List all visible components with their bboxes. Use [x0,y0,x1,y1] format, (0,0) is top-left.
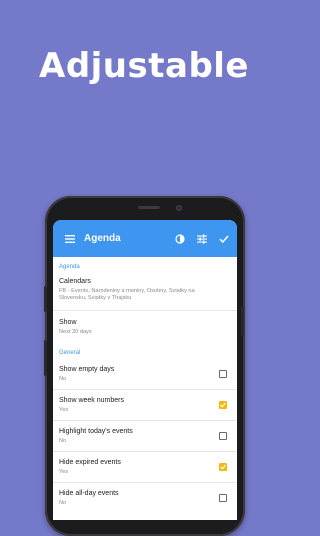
setting-show[interactable]: Show Next 30 days [53,311,237,343]
app-bar-title: Agenda [84,233,121,244]
setting-value: FB - Events, Narodeniny a meniny, Osobny… [59,288,195,301]
checkbox-show-empty-days[interactable] [219,370,227,378]
setting-title: Show [59,319,77,326]
theme-contrast-icon[interactable] [169,220,191,257]
setting-show-empty-days[interactable]: Show empty days No [53,359,237,389]
check-icon[interactable] [213,220,235,257]
section-header-general: General [59,350,81,356]
setting-value: Yes [59,469,69,475]
setting-title: Show empty days [59,366,115,373]
checkmark-icon [220,402,226,408]
setting-value: Next 30 days [59,329,92,335]
setting-show-week-numbers[interactable]: Show week numbers Yes [53,390,237,420]
setting-title: Highlight today's events [59,428,133,435]
checkbox-hide-expired[interactable] [219,463,227,471]
promo-headline: Adjustable [39,46,249,86]
phone-side-button [241,306,244,336]
app-bar: Agenda [53,220,237,257]
menu-icon[interactable] [59,220,81,257]
setting-value: No [59,500,67,506]
setting-value: No [59,376,67,382]
app-screen: Agenda Agenda Calendars FB - Events, Nar… [53,220,237,520]
checkbox-highlight-today[interactable] [219,432,227,440]
setting-title: Hide expired events [59,459,121,466]
setting-hide-expired[interactable]: Hide expired events Yes [53,452,237,482]
tune-icon[interactable] [191,220,213,257]
checkbox-show-week-numbers[interactable] [219,401,227,409]
setting-hide-all-day[interactable]: Hide all-day events No [53,483,237,513]
setting-title: Calendars [59,278,91,285]
setting-title: Show week numbers [59,397,124,404]
section-header-agenda: Agenda [59,264,80,270]
setting-calendars[interactable]: Calendars FB - Events, Narodeniny a meni… [53,273,237,310]
setting-value: Yes [59,407,69,413]
setting-title: Hide all-day events [59,490,119,497]
checkbox-hide-all-day[interactable] [219,494,227,502]
phone-speaker [138,206,160,209]
phone-side-button [44,340,47,376]
setting-value: No [59,438,67,444]
phone-camera [176,205,182,211]
setting-highlight-today[interactable]: Highlight today's events No [53,421,237,451]
checkmark-icon [220,464,226,470]
phone-side-button [44,286,47,312]
